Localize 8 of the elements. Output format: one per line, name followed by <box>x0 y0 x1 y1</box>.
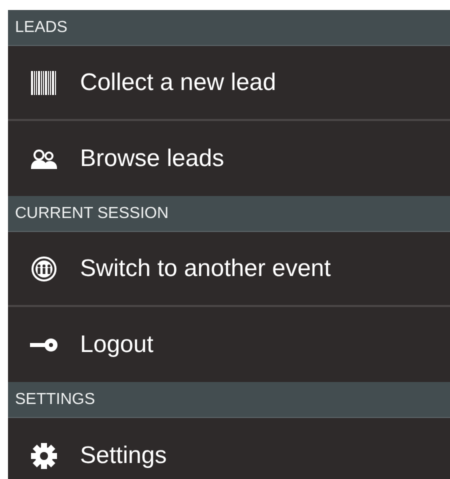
group-circle-icon <box>31 256 57 282</box>
key-icon <box>30 338 58 352</box>
people-icon <box>31 148 57 168</box>
section-header: CURRENT SESSION <box>8 196 450 232</box>
section-header: SETTINGS <box>8 382 450 418</box>
section-header: LEADS <box>8 10 450 46</box>
barcode-icon <box>31 70 57 94</box>
settings-icon <box>31 442 57 468</box>
